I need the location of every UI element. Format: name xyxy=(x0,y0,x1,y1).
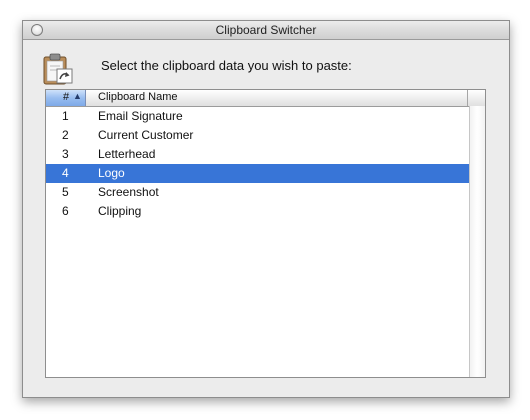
column-header-number[interactable]: # ▲ xyxy=(46,90,86,106)
table-row[interactable]: 2 Current Customer xyxy=(46,126,469,145)
row-number: 1 xyxy=(62,109,69,123)
table-row[interactable]: 6 Clipping xyxy=(46,202,469,221)
row-name: Screenshot xyxy=(98,185,159,199)
instruction-text: Select the clipboard data you wish to pa… xyxy=(101,58,352,73)
row-number: 3 xyxy=(62,147,69,161)
row-number: 2 xyxy=(62,128,69,142)
clipboard-switcher-window: Clipboard Switcher Select the clipboard … xyxy=(22,20,510,398)
row-name: Clipping xyxy=(98,204,142,218)
column-header-name[interactable]: Clipboard Name xyxy=(98,91,177,103)
row-name: Logo xyxy=(98,166,125,180)
table-row[interactable]: 5 Screenshot xyxy=(46,183,469,202)
column-header-number-label: # xyxy=(63,91,70,103)
clipboard-paste-icon xyxy=(43,53,73,85)
table-header: # ▲ Clipboard Name xyxy=(46,90,485,107)
title-bar[interactable]: Clipboard Switcher xyxy=(23,21,509,40)
row-number: 6 xyxy=(62,204,69,218)
table-row-selected[interactable]: 4 Logo xyxy=(46,164,469,183)
row-number: 4 xyxy=(62,166,69,180)
row-number: 5 xyxy=(62,185,69,199)
column-divider xyxy=(467,90,468,106)
vertical-scrollbar[interactable] xyxy=(469,106,485,377)
row-name: Letterhead xyxy=(98,147,156,161)
clipboard-table: # ▲ Clipboard Name 1 Email Signature 2 C… xyxy=(45,89,486,378)
sort-ascending-icon: ▲ xyxy=(73,91,82,101)
table-row[interactable]: 1 Email Signature xyxy=(46,107,469,126)
row-name: Current Customer xyxy=(98,128,194,142)
window-title: Clipboard Switcher xyxy=(215,23,317,37)
row-name: Email Signature xyxy=(98,109,183,123)
table-row[interactable]: 3 Letterhead xyxy=(46,145,469,164)
